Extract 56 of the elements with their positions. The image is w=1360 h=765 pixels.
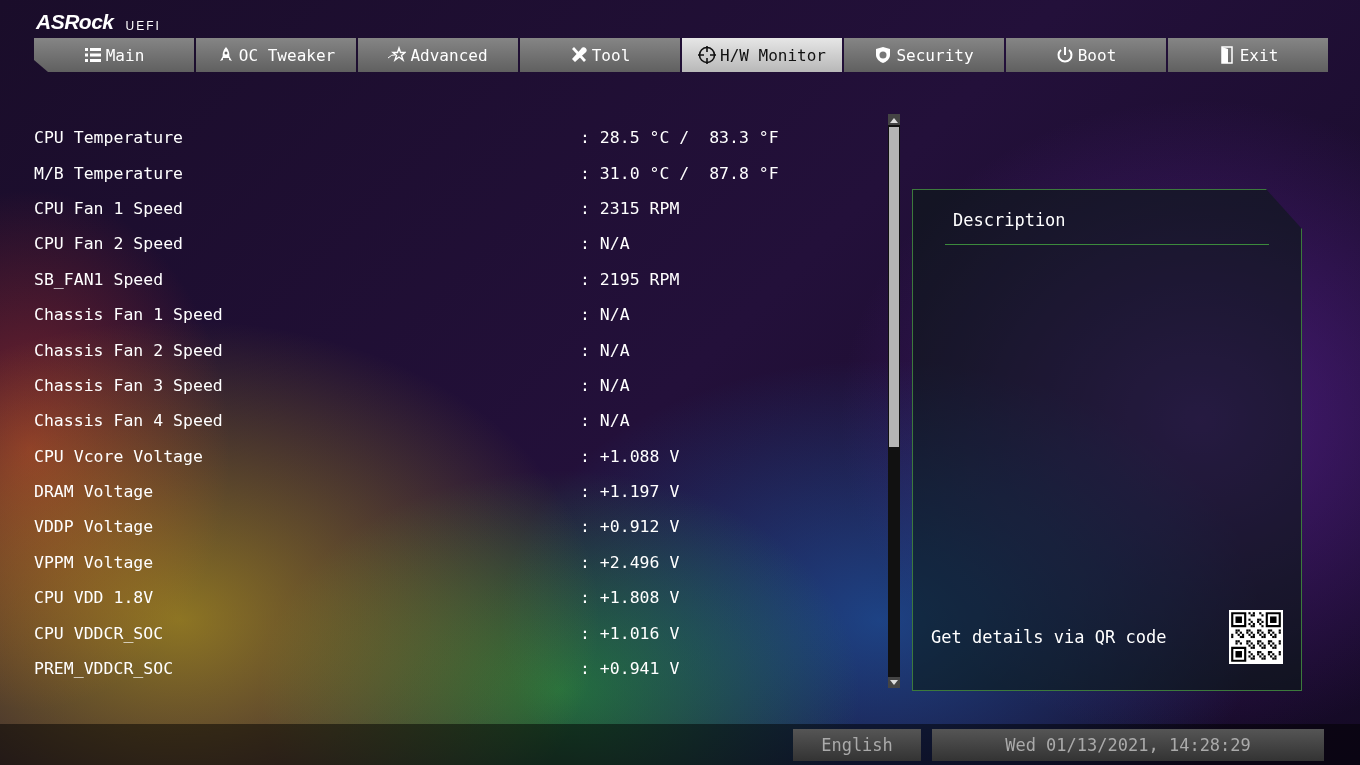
list-icon [83, 46, 102, 64]
sensor-value: : N/A [580, 375, 630, 395]
sensor-value: : +0.941 V [580, 659, 680, 679]
scroll-down-icon[interactable] [888, 677, 900, 688]
sensor-value: : +1.088 V [580, 446, 680, 466]
sensor-label[interactable]: SB_FAN1 Speed [34, 269, 580, 289]
menu-tab[interactable]: Advanced [358, 38, 518, 72]
qr-hint: Get details via QR code [931, 627, 1167, 647]
sensor-label[interactable]: M/B Temperature [34, 163, 580, 183]
sensor-value: : 31.0 °C / 87.8 °F [580, 163, 779, 183]
qr-code [1229, 610, 1283, 664]
menu-tab[interactable]: Boot [1006, 38, 1166, 72]
sensor-value: : 28.5 °C / 83.3 °F [580, 128, 779, 148]
sensor-label[interactable]: PREM_VDDCR_SOC [34, 659, 580, 679]
sensor-value: : N/A [580, 340, 630, 360]
menu-tab[interactable]: Main [34, 38, 194, 72]
sensor-label[interactable]: CPU Fan 1 Speed [34, 198, 580, 218]
menu-tab[interactable]: Exit [1168, 38, 1328, 72]
sensor-value: : N/A [580, 305, 630, 325]
sensor-label[interactable]: CPU Fan 2 Speed [34, 234, 580, 254]
sensor-value: : N/A [580, 411, 630, 431]
sensor-label[interactable]: VDDP Voltage [34, 517, 580, 537]
scroll-up-icon[interactable] [888, 114, 900, 125]
star-icon [388, 46, 407, 64]
menu-tab[interactable]: Security [844, 38, 1004, 72]
logo-suffix: UEFI [125, 18, 161, 34]
sensor-label[interactable]: Chassis Fan 3 Speed [34, 375, 580, 395]
description-title: Description [953, 210, 1067, 230]
sensor-value: : N/A [580, 234, 630, 254]
menu-tab[interactable]: Tool [520, 38, 680, 72]
sensor-label[interactable]: Chassis Fan 1 Speed [34, 305, 580, 325]
sensor-label[interactable]: Chassis Fan 4 Speed [34, 411, 580, 431]
power-icon [1055, 46, 1074, 64]
sensor-value: : 2195 RPM [580, 269, 680, 289]
date-time: Wed 01/13/2021, 14:28:29 [932, 728, 1324, 761]
sensor-value: : 2315 RPM [580, 198, 680, 218]
sensor-value: : +1.016 V [580, 623, 680, 643]
sensor-label[interactable]: CPU VDD 1.8V [34, 588, 580, 608]
brand-logo: ASRock [36, 10, 114, 34]
crosshair-icon [698, 46, 716, 64]
sensor-label[interactable]: CPU VDDCR_SOC [34, 623, 580, 643]
sensor-value: : +0.912 V [580, 517, 680, 537]
scrollbar[interactable] [888, 114, 900, 688]
sensor-value: : +1.197 V [580, 482, 680, 502]
sensor-label[interactable]: Chassis Fan 2 Speed [34, 340, 580, 360]
sensor-label[interactable]: CPU Vcore Voltage [34, 446, 580, 466]
sensor-label[interactable]: DRAM Voltage [34, 482, 580, 502]
language-button[interactable]: English [793, 728, 921, 761]
sensor-value: : +1.808 V [580, 588, 680, 608]
shield-icon [874, 46, 893, 64]
sensor-value: : +2.496 V [580, 552, 680, 572]
menu-tab[interactable]: OC Tweaker [196, 38, 356, 72]
scroll-thumb[interactable] [889, 127, 899, 447]
sensor-label[interactable]: VPPM Voltage [34, 552, 580, 572]
menu-tab[interactable]: H/W Monitor [682, 38, 842, 72]
sensor-label[interactable]: CPU Temperature [34, 128, 580, 148]
